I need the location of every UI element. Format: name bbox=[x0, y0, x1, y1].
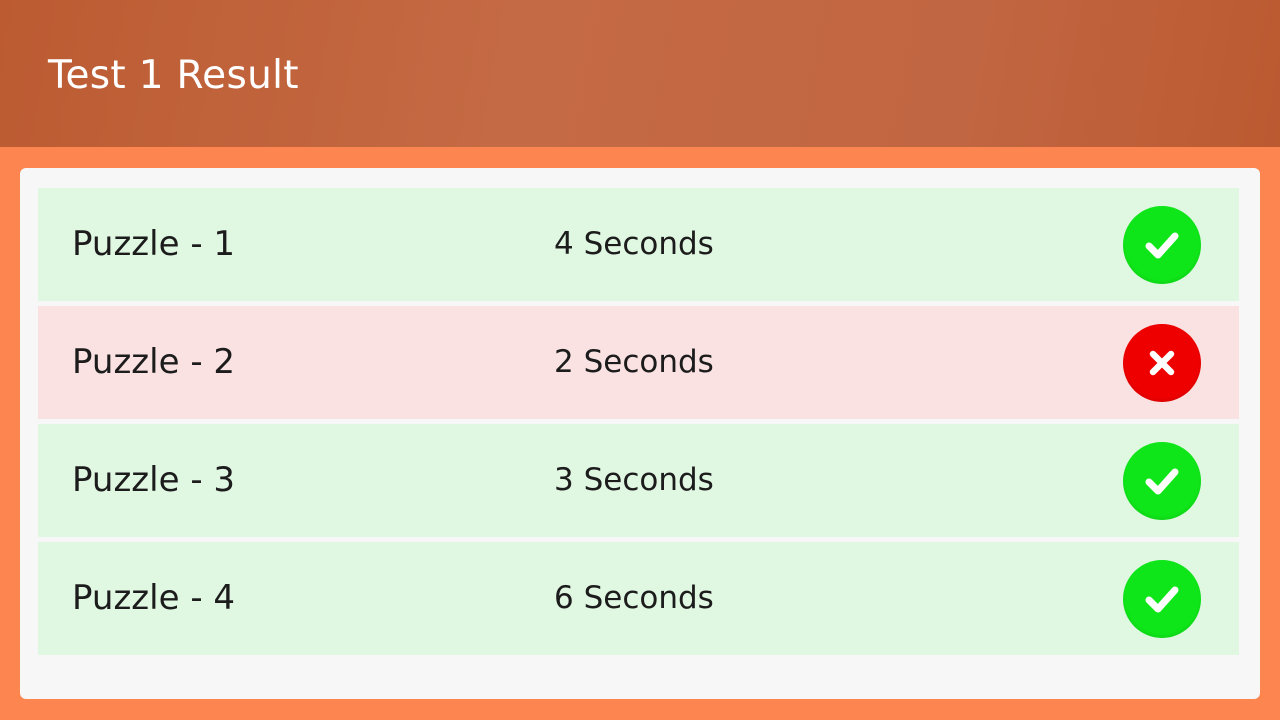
puzzle-label: Puzzle - 4 bbox=[72, 578, 236, 618]
puzzle-label: Puzzle - 1 bbox=[72, 224, 236, 264]
result-row-1: Puzzle - 1 4 Seconds bbox=[38, 188, 1239, 301]
result-row-2: Puzzle - 2 2 Seconds bbox=[38, 306, 1239, 419]
check-icon bbox=[1123, 560, 1201, 638]
page-title: Test 1 Result bbox=[48, 53, 299, 98]
puzzle-time: 3 Seconds bbox=[554, 462, 714, 498]
puzzle-label: Puzzle - 2 bbox=[72, 342, 236, 382]
check-icon bbox=[1123, 442, 1201, 520]
check-icon bbox=[1123, 206, 1201, 284]
puzzle-time: 2 Seconds bbox=[554, 344, 714, 380]
header-bar: Test 1 Result bbox=[0, 0, 1280, 147]
x-icon bbox=[1123, 324, 1201, 402]
result-row-3: Puzzle - 3 3 Seconds bbox=[38, 424, 1239, 537]
result-row-4: Puzzle - 4 6 Seconds bbox=[38, 542, 1239, 655]
puzzle-label: Puzzle - 3 bbox=[72, 460, 236, 500]
puzzle-time: 6 Seconds bbox=[554, 580, 714, 616]
puzzle-time: 4 Seconds bbox=[554, 226, 714, 262]
results-list: Puzzle - 1 4 Seconds Puzzle - 2 2 Second… bbox=[38, 188, 1239, 660]
results-panel: Puzzle - 1 4 Seconds Puzzle - 2 2 Second… bbox=[20, 168, 1260, 699]
